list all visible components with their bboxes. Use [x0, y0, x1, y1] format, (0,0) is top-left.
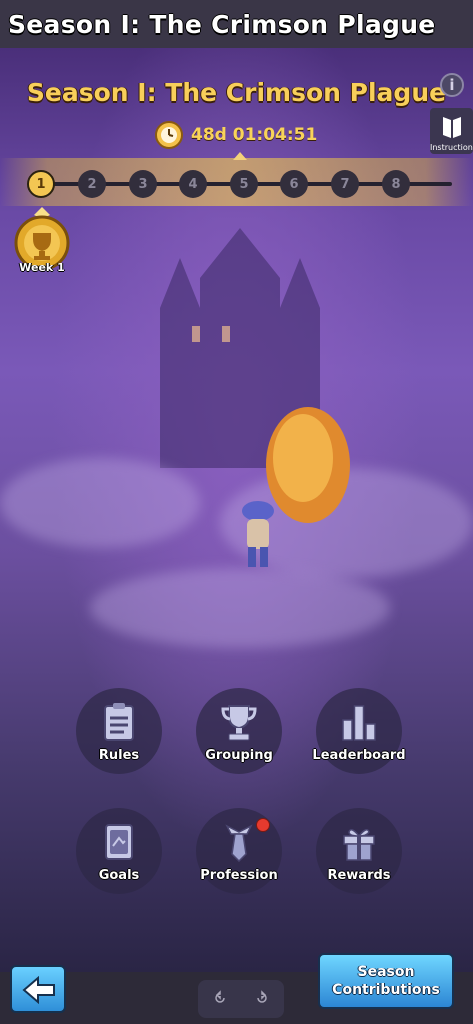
leaderboard-button[interactable]: Leaderboard — [312, 688, 406, 774]
week-node-7[interactable]: 7 — [331, 170, 359, 198]
clipboard-icon — [104, 703, 134, 741]
leaderboard-bars-icon — [342, 705, 376, 741]
book-icon — [443, 117, 461, 138]
window-title: Season I: The Crimson Plague — [8, 9, 436, 39]
countdown-text: 48d 01:04:51 — [191, 125, 318, 145]
week-badge[interactable]: Week 1 — [6, 205, 78, 283]
clock-icon — [155, 121, 183, 149]
week-pointer-icon — [233, 152, 247, 160]
necktie-icon — [225, 824, 253, 862]
week-node-3[interactable]: 3 — [129, 170, 157, 198]
season-countdown: 48d 01:04:51 — [155, 120, 317, 150]
back-button[interactable] — [10, 965, 66, 1013]
goals-label: Goals — [98, 868, 140, 883]
week-node-4[interactable]: 4 — [179, 170, 207, 198]
notification-dot — [256, 818, 270, 832]
rules-label: Rules — [98, 748, 140, 763]
rewards-button[interactable]: Rewards — [316, 808, 402, 894]
profession-label: Profession — [200, 868, 278, 883]
title-bar: Season I: The Crimson Plague — [0, 0, 473, 48]
info-icon: i — [449, 76, 455, 94]
week-node-2[interactable]: 2 — [78, 170, 106, 198]
rotate-left-icon[interactable] — [212, 990, 228, 1006]
grouping-label: Grouping — [205, 748, 273, 763]
rotate-right-icon[interactable] — [254, 990, 270, 1006]
season-screen: Season I: The Crimson Plague Season I: T… — [0, 0, 473, 1024]
instructions-label: Instructions — [430, 143, 473, 152]
season-contributions-button[interactable]: Season Contributions — [318, 953, 454, 1009]
rewards-label: Rewards — [327, 868, 391, 883]
week-badge-label: Week 1 — [19, 261, 65, 274]
grouping-button[interactable]: Grouping — [196, 688, 282, 774]
soldier-illustration — [242, 501, 274, 567]
trophy-icon — [221, 705, 257, 741]
gift-box-icon — [343, 829, 375, 861]
week-node-1[interactable]: 1 — [27, 170, 55, 198]
goals-card-icon — [105, 824, 133, 860]
fog-cloud — [0, 458, 200, 548]
info-button[interactable]: i — [440, 73, 464, 97]
system-nav-pill — [198, 980, 284, 1018]
goals-button[interactable]: Goals — [76, 808, 162, 894]
week-node-5[interactable]: 5 — [230, 170, 258, 198]
rules-button[interactable]: Rules — [76, 688, 162, 774]
leaderboard-label: Leaderboard — [312, 748, 406, 763]
profession-button[interactable]: Profession — [196, 808, 282, 894]
back-arrow-icon — [22, 976, 55, 1004]
week-node-6[interactable]: 6 — [280, 170, 308, 198]
contrib-label-line1: Season — [357, 964, 415, 980]
contrib-label-line2: Contributions — [332, 982, 440, 998]
instructions-button[interactable]: Instructions — [430, 108, 473, 154]
fog-cloud — [90, 568, 390, 648]
week-node-8[interactable]: 8 — [382, 170, 410, 198]
season-title: Season I: The Crimson Plague — [26, 78, 447, 107]
